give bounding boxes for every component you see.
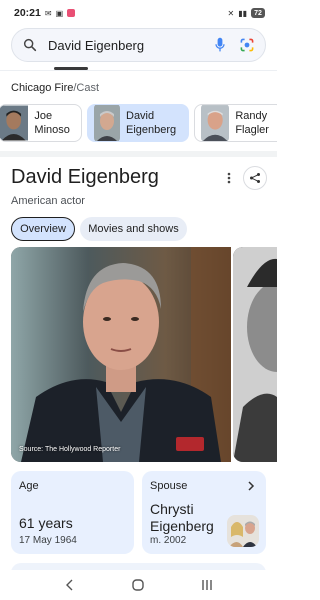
home-button[interactable] [126, 575, 150, 595]
section-divider [0, 151, 277, 157]
search-icon[interactable] [22, 37, 38, 53]
cast-name: Randy Flagler [235, 110, 269, 136]
chevron-right-icon[interactable] [246, 480, 256, 492]
back-button[interactable] [58, 575, 82, 595]
battery-icon: 72 [251, 8, 265, 18]
signal-icon: ▮▮ [238, 8, 247, 18]
tab-overview[interactable]: Overview [11, 217, 75, 241]
status-bar: 20:21 ✉ ▣ ✕ ▮▮ 72 [0, 0, 277, 26]
recents-icon [202, 580, 212, 590]
divider [0, 70, 277, 71]
spouse-name: Chrysti Eigenberg [150, 501, 214, 534]
spouse-label: Spouse [150, 480, 188, 492]
entity-title: David Eigenberg [11, 166, 159, 188]
status-left: 20:21 ✉ ▣ [14, 7, 76, 19]
birth-date: 17 May 1964 [19, 535, 77, 546]
share-icon [250, 173, 260, 183]
secondary-image[interactable] [233, 247, 277, 462]
breadcrumb-current: Cast [76, 82, 100, 94]
actor-photo-bw [233, 247, 277, 462]
system-navigation-bar [0, 570, 277, 600]
back-icon [66, 579, 73, 591]
cast-photo [0, 105, 29, 141]
mute-icon: ✕ [227, 8, 235, 18]
marriage-date: m. 2002 [150, 535, 187, 546]
hero-image[interactable]: Source: The Hollywood Reporter [11, 247, 231, 462]
cast-carousel[interactable]: Joe Minoso David Eigenberg Randy Flagler [0, 104, 277, 144]
cast-name: David Eigenberg [126, 110, 177, 136]
calendar-icon: ▣ [55, 8, 64, 18]
share-button[interactable] [243, 166, 267, 190]
recents-button[interactable] [195, 575, 219, 595]
age-label: Age [19, 480, 39, 492]
mic-icon[interactable] [213, 37, 227, 53]
google-lens-icon[interactable] [239, 37, 255, 53]
app-notification-icon [67, 9, 76, 17]
spouse-photo [227, 515, 259, 547]
search-bar[interactable]: David Eigenberg [11, 28, 266, 62]
cast-photo [201, 105, 230, 141]
cast-chip-joe-minoso[interactable]: Joe Minoso [0, 104, 82, 142]
image-source-caption: Source: The Hollywood Reporter [19, 446, 121, 453]
home-icon [132, 579, 145, 591]
gmail-icon: ✉ [44, 8, 52, 18]
clock: 20:21 [14, 7, 41, 19]
cast-chip-david-eigenberg[interactable]: David Eigenberg [87, 104, 189, 142]
breadcrumb-parent[interactable]: Chicago Fire [11, 82, 73, 94]
breadcrumb: Chicago Fire/Cast [11, 82, 99, 94]
age-card[interactable]: Age 61 years 17 May 1964 [11, 471, 134, 554]
age-value: 61 years [19, 515, 73, 531]
tab-movies-and-shows[interactable]: Movies and shows [80, 217, 187, 241]
actor-photo [11, 247, 231, 462]
search-input[interactable]: David Eigenberg [48, 38, 213, 53]
cast-photo [94, 105, 120, 141]
more-options-icon[interactable] [222, 170, 236, 186]
status-right: ✕ ▮▮ 72 [227, 8, 265, 18]
cast-name: Joe Minoso [34, 110, 70, 136]
entity-description: American actor [11, 195, 85, 207]
cast-chip-randy-flagler[interactable]: Randy Flagler [194, 104, 277, 142]
spouse-card[interactable]: Spouse Chrysti Eigenberg m. 2002 [142, 471, 266, 554]
